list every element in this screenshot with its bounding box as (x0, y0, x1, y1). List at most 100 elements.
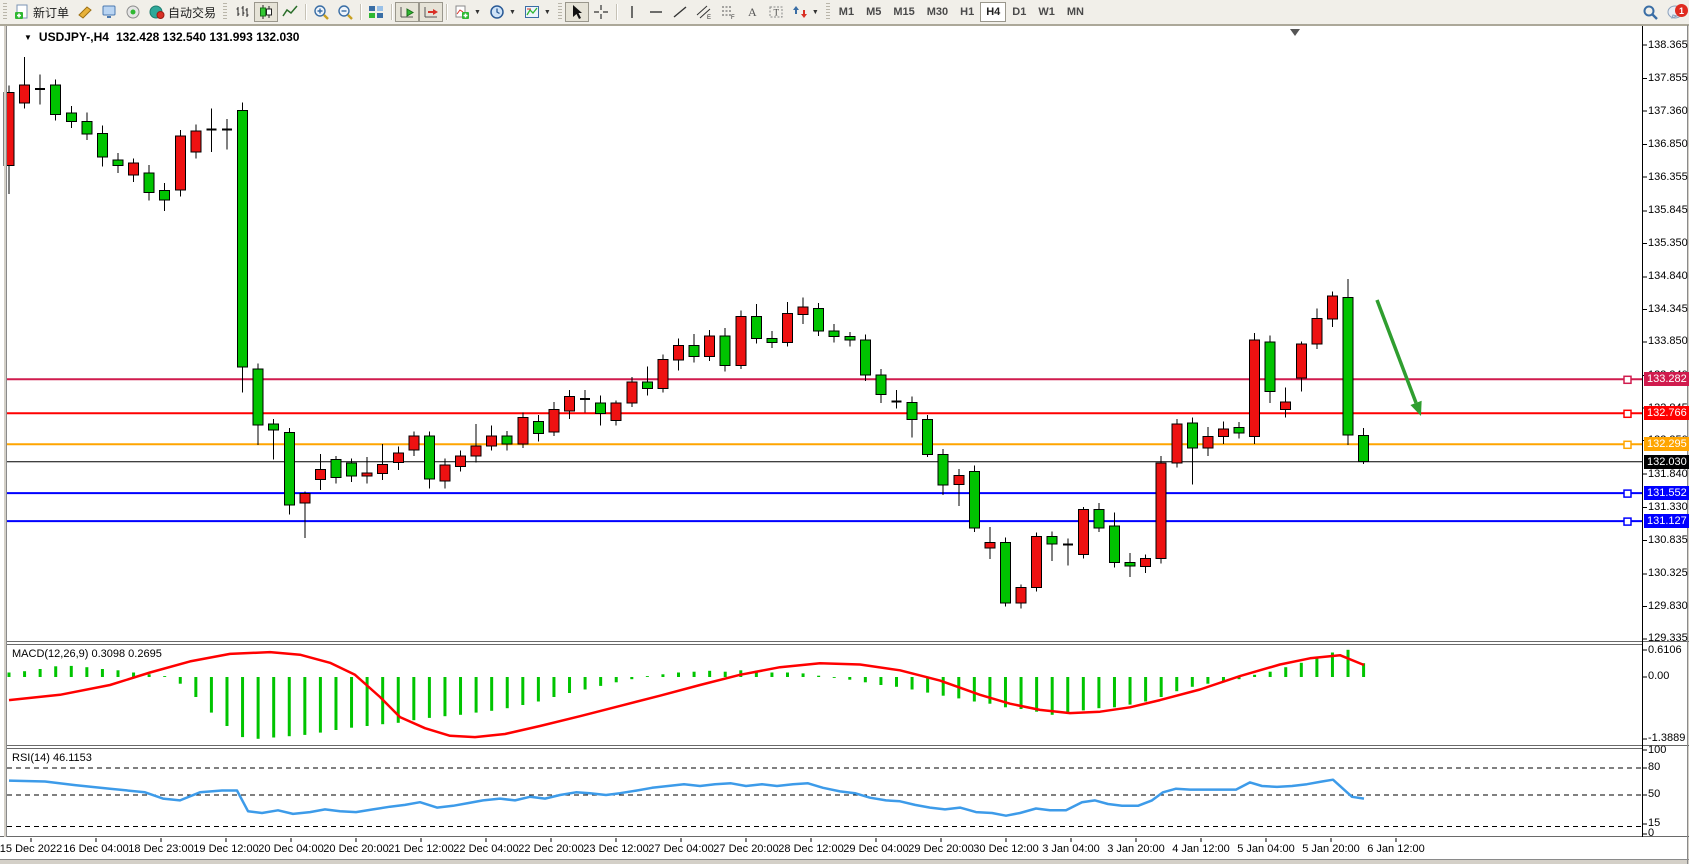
auto-trading-icon (149, 4, 165, 20)
toolbar-separator (391, 4, 392, 20)
chart-title: ▼ USDJPY-,H4 132.428 132.540 131.993 132… (24, 30, 299, 44)
timeframe-button-D1[interactable]: D1 (1006, 2, 1032, 22)
time-axis-label: 23 Dec 12:00 (583, 843, 648, 855)
rsi-scale-label: 80 (1648, 761, 1660, 773)
price-axis-label: 131.330 (1648, 501, 1688, 513)
timeframe-button-M30[interactable]: M30 (921, 2, 954, 22)
toolbar: 新订单 自动交易 (0, 0, 1689, 25)
timeframe-button-H4[interactable]: H4 (980, 2, 1006, 22)
time-axis-label: 5 Jan 20:00 (1302, 843, 1360, 855)
line-chart-mode-button[interactable] (278, 2, 302, 22)
zoom-out-button[interactable] (333, 2, 357, 22)
time-axis-label: 6 Jan 12:00 (1367, 843, 1425, 855)
price-axis-label: 138.365 (1648, 39, 1688, 51)
equidistant-channel-button[interactable]: E (692, 2, 716, 22)
zoom-in-icon (313, 4, 329, 20)
price-axis-label: 137.360 (1648, 105, 1688, 117)
time-axis-label: 27 Dec 20:00 (713, 843, 778, 855)
time-axis-label: 5 Jan 04:00 (1237, 843, 1295, 855)
tile-windows-button[interactable] (364, 2, 388, 22)
fibonacci-button[interactable]: F (716, 2, 740, 22)
search-button[interactable] (1638, 2, 1663, 22)
monitor-icon (101, 4, 117, 20)
time-axis-label: 21 Dec 12:00 (388, 843, 453, 855)
chart-shift-button[interactable] (419, 2, 443, 22)
time-axis-label: 3 Jan 04:00 (1042, 843, 1100, 855)
price-axis-label: 130.325 (1648, 567, 1688, 579)
timeframe-button-MN[interactable]: MN (1061, 2, 1090, 22)
toolbar-separator (360, 4, 361, 20)
cursor-button[interactable] (565, 2, 589, 22)
bar-chart-mode-button[interactable] (230, 2, 254, 22)
horizontal-line-button[interactable] (644, 2, 668, 22)
macd-scale-label: 0.00 (1648, 670, 1669, 682)
vertical-line-icon (624, 4, 640, 20)
timeframe-button-W1[interactable]: W1 (1032, 2, 1061, 22)
toolbar-grip[interactable] (558, 3, 562, 21)
text-label-button[interactable]: T (764, 2, 788, 22)
rsi-scale-label: 100 (1648, 744, 1666, 756)
time-axis-label: 15 Dec 2022 (0, 843, 62, 855)
time-axis-label: 20 Dec 20:00 (323, 843, 388, 855)
chart-menu-triangle-icon[interactable]: ▼ (24, 33, 32, 42)
styler-button[interactable] (73, 2, 97, 22)
time-axis-label: 22 Dec 04:00 (453, 843, 518, 855)
fibonacci-icon: F (720, 4, 736, 20)
chat-button[interactable]: 1 (1663, 2, 1689, 22)
chart-window[interactable] (0, 25, 1687, 860)
time-axis-label: 16 Dec 04:00 (63, 843, 128, 855)
crosshair-icon (593, 4, 609, 20)
price-axis-label: 129.830 (1648, 600, 1688, 612)
new-order-button[interactable]: 新订单 (10, 2, 73, 22)
price-axis-label: 133.850 (1648, 335, 1688, 347)
price-axis-label: 136.850 (1648, 138, 1688, 150)
trendline-button[interactable] (668, 2, 692, 22)
new-order-icon (14, 4, 30, 20)
rsi-scale-label: 0 (1648, 827, 1654, 839)
hline-price-badge: 132.766 (1644, 406, 1689, 420)
rsi-indicator-label: RSI(14) 46.1153 (12, 752, 92, 764)
time-axis-label: 4 Jan 12:00 (1172, 843, 1230, 855)
channel-icon: E (696, 4, 712, 20)
vertical-line-button[interactable] (620, 2, 644, 22)
auto-trading-label: 自动交易 (168, 4, 216, 21)
text-button[interactable]: A (740, 2, 764, 22)
candlestick-icon (258, 4, 274, 20)
macd-indicator-label: MACD(12,26,9) 0.3098 0.2695 (12, 648, 162, 660)
timeframe-toolbar: M1M5M15M30H1H4D1W1MN (833, 2, 1090, 22)
auto-scroll-button[interactable] (395, 2, 419, 22)
line-chart-icon (282, 4, 298, 20)
toolbar-separator (616, 4, 617, 20)
indicators-button[interactable]: ▼ (450, 2, 485, 22)
new-order-label: 新订单 (33, 4, 69, 21)
candlestick-mode-button[interactable] (254, 2, 278, 22)
timeframe-button-M15[interactable]: M15 (887, 2, 920, 22)
terminal-button[interactable] (97, 2, 121, 22)
toolbar-grip[interactable] (223, 3, 227, 21)
chart-symbol-label: USDJPY-,H4 (39, 30, 109, 44)
signal-icon (125, 4, 141, 20)
templates-button[interactable]: ▼ (520, 2, 555, 22)
time-axis-label: 30 Dec 12:00 (973, 843, 1038, 855)
svg-text:E: E (707, 15, 711, 20)
timeframe-button-M1[interactable]: M1 (833, 2, 860, 22)
time-axis-label: 19 Dec 12:00 (193, 843, 258, 855)
signals-button[interactable] (121, 2, 145, 22)
zoom-in-button[interactable] (309, 2, 333, 22)
price-axis-label: 131.840 (1648, 468, 1688, 480)
dropdown-caret: ▼ (509, 9, 516, 16)
text-label-icon: T (768, 4, 784, 20)
hline-price-badge: 133.282 (1644, 372, 1689, 386)
toolbar-grip[interactable] (3, 3, 7, 21)
template-icon (524, 4, 540, 20)
periods-button[interactable]: ▼ (485, 2, 520, 22)
toolbar-grip[interactable] (826, 3, 830, 21)
timeframe-button-H1[interactable]: H1 (954, 2, 980, 22)
time-axis-label: 18 Dec 23:00 (128, 843, 193, 855)
chat-unread-badge: 1 (1675, 4, 1688, 17)
crosshair-button[interactable] (589, 2, 613, 22)
arrows-button[interactable]: ▼ (788, 2, 823, 22)
rsi-scale-label: 50 (1648, 788, 1660, 800)
timeframe-button-M5[interactable]: M5 (860, 2, 887, 22)
auto-trading-button[interactable]: 自动交易 (145, 2, 220, 22)
